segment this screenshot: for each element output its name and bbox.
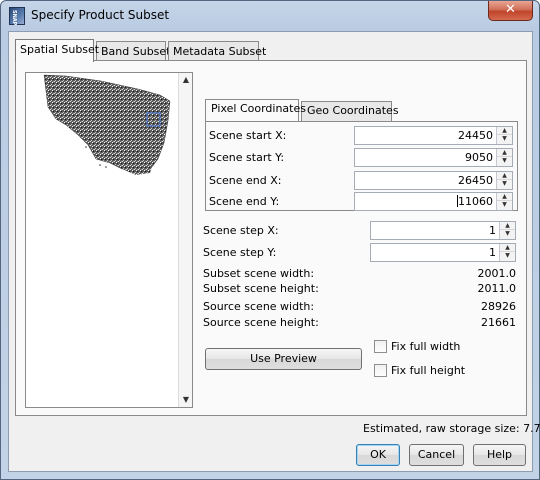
fix-full-height-checkbox[interactable] [374,364,387,377]
scene-start-y-input[interactable]: 9050 [363,149,493,166]
scene-start-x-input[interactable]: 24450 [363,127,493,144]
source-width-label: Source scene width: [203,300,315,313]
scene-step-x-spinner[interactable]: 1 ▲ ▼ [370,221,516,240]
tab-spatial-subset[interactable]: Spatial Subset [15,39,99,62]
scene-start-x-label: Scene start X: [209,129,287,142]
fix-full-height-label[interactable]: Fix full height [391,364,465,377]
tab-metadata-subset[interactable]: Metadata Subset [168,41,266,62]
scene-end-x-spinner[interactable]: 26450 ▲ ▼ [354,171,513,190]
spatial-subset-panel: ▲ ▼ Pixel Coordinates Geo Coordinates Sc… [15,60,527,416]
decrement-icon[interactable]: ▼ [497,135,512,143]
dialog-window: SNAP Specify Product Subset ✕ Spatial Su… [0,0,540,480]
decrement-icon[interactable]: ▼ [497,201,512,209]
scene-end-y-field[interactable]: 11060 [363,193,493,210]
scene-end-x-label: Scene end X: [209,174,282,187]
ok-button[interactable]: OK [356,444,400,466]
cancel-button[interactable]: Cancel [409,444,464,466]
tab-band-subset[interactable]: Band Subset [96,41,171,62]
increment-icon[interactable]: ▲ [497,172,512,180]
scene-step-y-input[interactable]: 1 [366,244,496,261]
scene-thumbnail-image [43,74,171,175]
thumbnail-preview[interactable]: ▲ ▼ [25,72,193,408]
scene-start-y-spinner[interactable]: 9050 ▲ ▼ [354,148,513,167]
scroll-up-icon[interactable]: ▲ [179,73,193,87]
increment-icon[interactable]: ▲ [497,193,512,201]
scene-end-y-label: Scene end Y: [209,195,280,208]
tab-pixel-coordinates[interactable]: Pixel Coordinates [205,99,306,121]
decrement-icon[interactable]: ▼ [497,180,512,188]
source-height-label: Source scene height: [203,316,319,329]
scene-start-y-label: Scene start Y: [209,151,285,164]
increment-icon[interactable]: ▲ [497,149,512,157]
fix-full-width-checkbox[interactable] [374,340,387,353]
scene-end-y-input[interactable]: 11060 [458,195,493,208]
scene-step-x-label: Scene step X: [203,224,279,237]
use-preview-button[interactable]: Use Preview [205,348,362,370]
decrement-icon[interactable]: ▼ [500,230,515,238]
help-button[interactable]: Help [473,444,526,466]
title-bar[interactable]: SNAP Specify Product Subset ✕ [1,1,539,31]
scene-end-x-input[interactable]: 26450 [363,172,493,189]
scene-step-x-input[interactable]: 1 [366,222,496,239]
increment-icon[interactable]: ▲ [497,127,512,135]
subset-width-label: Subset scene width: [203,267,315,280]
subset-width-value: 2001.0 [477,267,517,280]
close-button[interactable]: ✕ [488,1,533,21]
window-title: Specify Product Subset [31,8,170,22]
tab-geo-coordinates[interactable]: Geo Coordinates [301,101,399,121]
scroll-down-icon[interactable]: ▼ [179,393,193,407]
app-icon: SNAP [9,7,25,25]
scene-start-x-spinner[interactable]: 24450 ▲ ▼ [354,126,513,145]
decrement-icon[interactable]: ▼ [500,252,515,260]
scene-end-y-spinner[interactable]: 11060 ▲ ▼ [354,192,513,211]
scene-step-y-label: Scene step Y: [203,246,277,259]
thumbnail-scrollbar[interactable]: ▲ ▼ [178,73,192,407]
source-height-value: 21661 [481,316,516,329]
increment-icon[interactable]: ▲ [500,244,515,252]
dialog-content: Spatial Subset Band Subset Metadata Subs… [8,31,540,472]
pixel-coordinates-panel: Scene start X: 24450 ▲ ▼ Scene start Y: 9… [205,121,518,211]
decrement-icon[interactable]: ▼ [497,157,512,165]
subset-height-value: 2011.0 [477,282,517,295]
increment-icon[interactable]: ▲ [500,222,515,230]
storage-size-text: Estimated, raw storage size: 7.7M [363,422,540,435]
fix-full-width-label[interactable]: Fix full width [391,340,460,353]
source-width-value: 28926 [481,300,516,313]
scene-step-y-spinner[interactable]: 1 ▲ ▼ [370,243,516,262]
subset-height-label: Subset scene height: [203,282,319,295]
